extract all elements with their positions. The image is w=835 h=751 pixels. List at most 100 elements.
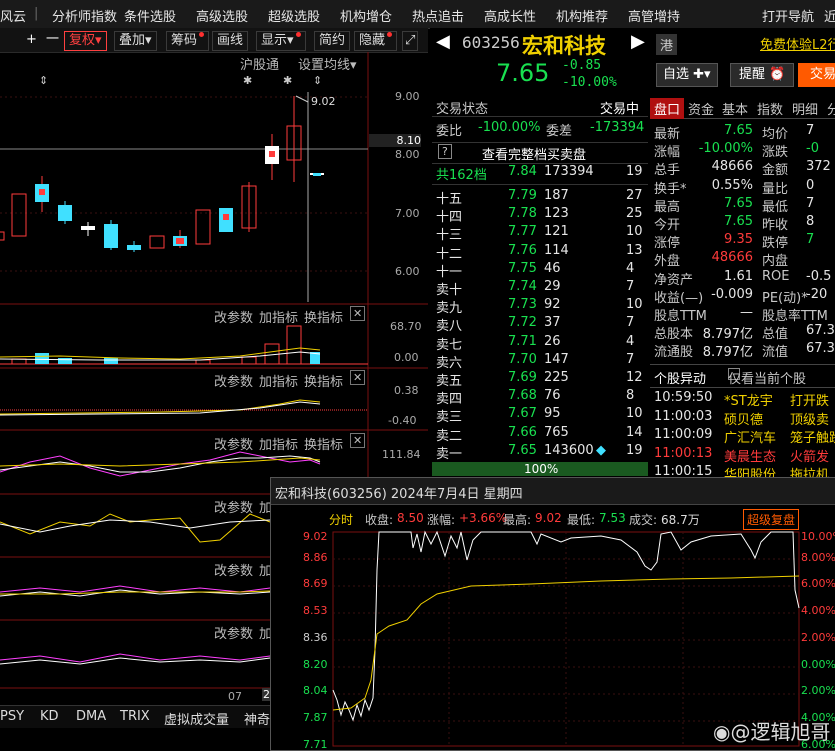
quote-label-2: 均价 xyxy=(762,127,789,142)
l2-trial-link[interactable]: 免费体验L2行 xyxy=(760,34,835,53)
ask-row[interactable]: 十一 7.75 46 4 xyxy=(432,261,648,280)
fullscreen-icon[interactable]: ⤢ xyxy=(402,31,419,51)
menu-super-pick[interactable]: 超级选股 xyxy=(268,6,320,25)
alert-row[interactable]: 11:00:09 广汇汽车笼子触跌 xyxy=(650,427,835,446)
menu-inst-recommend[interactable]: 机构推荐 xyxy=(556,6,608,25)
p6-modify-params[interactable]: 改参数 xyxy=(214,623,253,642)
mark-star-1: ✱ xyxy=(243,74,252,87)
popup-pct-tick: 2.00% xyxy=(801,630,835,644)
p3-change-indicator[interactable]: 换指标 xyxy=(304,434,343,453)
menu-open-nav[interactable]: 打开导航 xyxy=(762,6,814,25)
ask-count: 27 xyxy=(626,188,643,203)
quote-label: 总股本 xyxy=(654,327,694,343)
menu-analyst-index[interactable]: 分析师指数 xyxy=(52,6,117,25)
popup-titlebar[interactable]: 宏和科技(603256) 2024年7月4日 星期四 xyxy=(271,478,835,505)
menu-advanced-pick[interactable]: 高级选股 xyxy=(196,6,248,25)
menu-more[interactable]: 近 xyxy=(824,6,835,25)
zoom-in-button[interactable]: + xyxy=(22,31,41,49)
p1-add-indicator[interactable]: 加指标 xyxy=(259,307,298,326)
tab-detail[interactable]: 明细 xyxy=(792,99,818,118)
add-watchlist-button[interactable]: 自选 ✚▾ xyxy=(656,63,718,87)
tab-kd[interactable]: KD xyxy=(40,709,59,724)
high-marker: 9.02 xyxy=(311,95,336,108)
mark-star-2: ✱ xyxy=(283,74,292,87)
indicator-panel-3 xyxy=(0,451,321,477)
menu-condition-pick[interactable]: 条件选股 xyxy=(124,6,176,25)
ask-row[interactable]: 卖六 7.70 147 7 xyxy=(432,352,648,371)
p2-change-indicator[interactable]: 换指标 xyxy=(304,371,343,390)
fuquan-button[interactable]: 复权▾ xyxy=(64,31,107,51)
p2-add-indicator[interactable]: 加指标 xyxy=(259,371,298,390)
next-stock-icon[interactable]: ▶ xyxy=(631,31,645,52)
intraday-popup[interactable]: 宏和科技(603256) 2024年7月4日 星期四 分时 收盘: 8.50 涨… xyxy=(270,477,835,751)
ask-row[interactable]: 卖五 7.69 225 12 xyxy=(432,370,648,389)
tab-shenqi[interactable]: 神奇 xyxy=(244,709,270,728)
ask-row[interactable]: 卖三 7.67 95 10 xyxy=(432,406,648,425)
tab-trix[interactable]: TRIX xyxy=(120,709,150,724)
ask-row[interactable]: 卖九 7.73 92 10 xyxy=(432,297,648,316)
p1-change-indicator[interactable]: 换指标 xyxy=(304,307,343,326)
question-icon: ? xyxy=(438,144,452,159)
tab-index[interactable]: 指数 xyxy=(757,99,783,118)
tab-fen[interactable]: 分 xyxy=(827,99,835,118)
prev-stock-icon[interactable]: ◀ xyxy=(436,31,450,52)
menu-high-growth[interactable]: 高成长性 xyxy=(484,6,536,25)
tab-dma[interactable]: DMA xyxy=(76,709,106,724)
close-icon[interactable]: ✕ xyxy=(350,370,366,385)
zoom-out-button[interactable]: 一 xyxy=(42,31,63,49)
fenshi-tab[interactable]: 分时 xyxy=(329,511,353,528)
tab-pankou[interactable]: 盘口 xyxy=(650,98,685,119)
quote-value: 8.797亿 xyxy=(702,345,753,361)
alert-row[interactable]: 11:00:13 美晨生态 火箭发 xyxy=(650,446,835,465)
alert-button[interactable]: 提醒 ⏰ xyxy=(730,63,795,87)
ask-row[interactable]: 卖十 7.74 29 7 xyxy=(432,279,648,298)
overlay-button[interactable]: 叠加▾ xyxy=(114,31,157,51)
p3-modify-params[interactable]: 改参数 xyxy=(214,434,253,453)
p4-modify-params[interactable]: 改参数 xyxy=(214,497,253,516)
quote-value-2: 67.3 xyxy=(806,341,835,357)
hk-tag[interactable]: 港 xyxy=(656,34,678,55)
menu-fengyun[interactable]: 风云 xyxy=(0,6,26,25)
p3-add-indicator[interactable]: 加指标 xyxy=(259,434,298,453)
ask-row[interactable]: 十四 7.78 123 25 xyxy=(432,206,648,225)
ask-row[interactable]: 卖二 7.66 765 14 xyxy=(432,425,648,444)
ask-row[interactable]: 十三 7.77 121 10 xyxy=(432,224,648,244)
vol-label: 成交: xyxy=(629,513,658,527)
chips-button[interactable]: 筹码 xyxy=(166,31,210,51)
tab-psy[interactable]: PSY xyxy=(0,709,24,724)
ask-row[interactable]: 十五 7.79 187 27 xyxy=(432,188,648,207)
ask-row[interactable]: 卖一 7.65 143600 19 ◆ xyxy=(432,443,648,462)
trade-button[interactable]: 交易 xyxy=(798,63,835,87)
simple-button[interactable]: 简约 xyxy=(314,31,351,51)
mark-arrow-2: ⇕ xyxy=(313,74,322,87)
ma-settings-button[interactable]: 设置均线▾ xyxy=(298,54,357,73)
p2-modify-params[interactable]: 改参数 xyxy=(214,371,253,390)
alert-row[interactable]: 10:59:50 *ST龙宇 打开跌 xyxy=(650,390,835,409)
p1-modify-params[interactable]: 改参数 xyxy=(214,307,253,326)
super-replay-button[interactable]: 超级复盘 xyxy=(743,509,800,530)
tab-virtual-volume[interactable]: 虚拟成交量 xyxy=(164,709,229,728)
ask-row[interactable]: 卖八 7.72 37 7 xyxy=(432,315,648,334)
menu-exec-increase[interactable]: 高管增持 xyxy=(628,6,680,25)
quote-value-2: -0.5 xyxy=(806,268,832,284)
alert-row[interactable]: 11:00:03 硕贝德 顶级卖 xyxy=(650,409,835,428)
popup-price-tick: 8.53 xyxy=(303,604,328,618)
ask-row[interactable]: 卖四 7.68 76 8 xyxy=(432,388,648,407)
quote-value-2: 0 xyxy=(806,177,815,193)
ask-row[interactable]: 十二 7.76 114 13 xyxy=(432,243,648,262)
display-button[interactable]: 显示▾ xyxy=(256,31,306,51)
hide-button[interactable]: 隐藏 xyxy=(354,31,398,51)
tab-basic[interactable]: 基本 xyxy=(722,99,748,118)
menu-hot-chase[interactable]: 热点追击 xyxy=(412,6,464,25)
close-icon[interactable]: ✕ xyxy=(350,306,366,321)
draw-line-button[interactable]: 画线 xyxy=(212,31,249,51)
ask-row[interactable]: 卖七 7.71 26 4 xyxy=(432,334,648,353)
ask-label: 十三 xyxy=(436,228,463,244)
full-book-link[interactable]: ? 查看完整档买卖盘 xyxy=(432,142,648,164)
close-icon[interactable]: ✕ xyxy=(350,433,366,448)
hgt-label[interactable]: 沪股通 xyxy=(240,54,279,73)
tab-funds[interactable]: 资金 xyxy=(688,99,714,118)
red-dot-icon xyxy=(199,32,205,37)
menu-inst-increase[interactable]: 机构增仓 xyxy=(340,6,392,25)
p5-modify-params[interactable]: 改参数 xyxy=(214,560,253,579)
